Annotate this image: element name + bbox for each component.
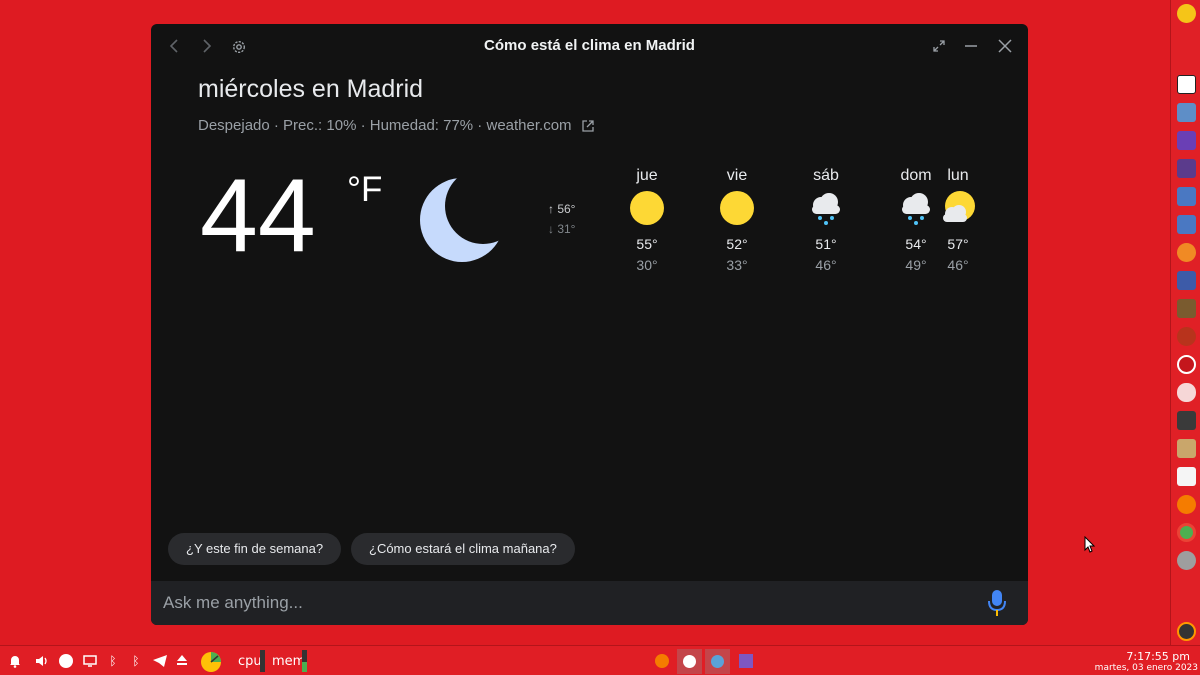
document-app-icon[interactable] <box>1177 467 1196 486</box>
clock-time[interactable]: 7:17:55 pm <box>1126 650 1190 663</box>
clock-date[interactable]: martes, 03 enero 2023 <box>1095 663 1198 673</box>
forecast-high: 51° <box>815 236 837 252</box>
forecast-low: 30° <box>636 257 658 273</box>
office-app-icon[interactable] <box>1177 131 1196 150</box>
display-icon[interactable] <box>83 654 97 668</box>
mem-label: mem <box>272 654 306 669</box>
cursor-app-icon[interactable] <box>1177 187 1196 206</box>
moon-icon <box>419 172 505 269</box>
mega-app-icon[interactable] <box>1177 355 1196 374</box>
forecast-day-name: lun <box>947 167 969 184</box>
updater-icon[interactable] <box>1177 243 1196 262</box>
forecast-high: 52° <box>726 236 748 252</box>
snow-cloud-icon <box>808 190 844 226</box>
bottom-panel: ᛒ ᛒ cpu mem 7:17:55 pm martes, 03 enero … <box>0 645 1200 675</box>
archive-app-icon[interactable] <box>1177 439 1196 458</box>
close-icon[interactable] <box>998 39 1012 57</box>
telegram-task-icon <box>711 655 724 668</box>
grammar-app-icon[interactable] <box>1177 4 1196 23</box>
window-task-icon[interactable] <box>739 654 753 668</box>
forecast-day-name: jue <box>636 167 658 184</box>
forecast-low: 46° <box>947 257 969 273</box>
forecast-day-name: vie <box>726 167 748 184</box>
snow-cloud-icon <box>898 190 934 226</box>
text-editor-icon[interactable] <box>1177 271 1196 290</box>
today-low: ↓ 31° <box>548 222 576 236</box>
right-dock <box>1170 0 1200 645</box>
microphone-icon[interactable] <box>987 589 1007 622</box>
cursor-app-icon-2[interactable] <box>1177 215 1196 234</box>
day-location-title: miércoles en Madrid <box>198 75 424 103</box>
suggestion-chip-weekend[interactable]: ¿Y este fin de semana? <box>168 533 342 565</box>
sun-icon <box>719 190 755 226</box>
current-temperature: 44 <box>200 158 316 274</box>
launcher-icon[interactable] <box>1177 551 1196 570</box>
forecast-day-name: sáb <box>813 167 839 184</box>
today-high: ↑ 56° <box>548 202 576 216</box>
forecast-high: 55° <box>636 236 658 252</box>
source-link[interactable]: weather.com <box>486 117 571 134</box>
terminal-icon[interactable] <box>1177 411 1196 430</box>
cpu-meter <box>260 650 265 672</box>
messenger-tray-icon[interactable] <box>59 654 73 668</box>
suggestion-chip-tomorrow[interactable]: ¿Cómo estará el clima mañana? <box>351 533 575 565</box>
sun-icon <box>629 190 665 226</box>
messenger-task-icon <box>683 655 696 668</box>
volume-icon[interactable] <box>35 654 49 668</box>
mouse-cursor-icon <box>1084 536 1096 553</box>
weather-summary: Despejado · Prec.: 10% · Humedad: 77% · <box>198 117 487 134</box>
minimize-icon[interactable] <box>964 39 978 57</box>
weather-summary-line: Despejado · Prec.: 10% · Humedad: 77% · … <box>198 117 594 136</box>
forecast-low: 46° <box>815 257 837 273</box>
system-monitor-icon[interactable] <box>1177 622 1196 641</box>
tools-app-icon[interactable] <box>1177 103 1196 122</box>
ask-input-bar <box>151 581 1028 625</box>
mem-meter <box>302 650 307 672</box>
firefox-icon[interactable] <box>1177 495 1196 514</box>
cloud-app-icon[interactable] <box>1177 383 1196 402</box>
expand-icon[interactable] <box>933 40 945 56</box>
gauge-icon[interactable] <box>199 650 223 675</box>
assistant-window: Cómo está el clima en Madrid miércoles e… <box>151 24 1028 625</box>
partly-cloudy-icon <box>940 190 976 226</box>
grid-app-icon[interactable] <box>1177 299 1196 318</box>
bluetooth-icon[interactable]: ᛒ <box>106 654 120 668</box>
x-app-icon[interactable] <box>1177 75 1196 94</box>
bluetooth-icon-2[interactable]: ᛒ <box>129 654 143 668</box>
cpu-label: cpu <box>238 654 262 669</box>
messenger-task-button[interactable] <box>677 649 702 674</box>
chrome-icon[interactable] <box>1177 523 1196 542</box>
screenshot-app-icon[interactable] <box>1177 159 1196 178</box>
telegram-icon[interactable] <box>152 654 167 668</box>
external-link-icon[interactable] <box>582 119 594 136</box>
forecast-high: 57° <box>947 236 969 252</box>
firefox-task-icon[interactable] <box>655 654 669 668</box>
window-title: Cómo está el clima en Madrid <box>484 37 695 54</box>
eject-icon[interactable] <box>175 654 189 668</box>
forecast-low: 33° <box>726 257 748 273</box>
temperature-unit[interactable]: °F <box>347 170 382 210</box>
media-app-icon[interactable] <box>1177 327 1196 346</box>
bell-icon[interactable] <box>8 654 22 668</box>
telegram-task-button[interactable] <box>705 649 730 674</box>
ask-input[interactable] <box>163 581 963 625</box>
